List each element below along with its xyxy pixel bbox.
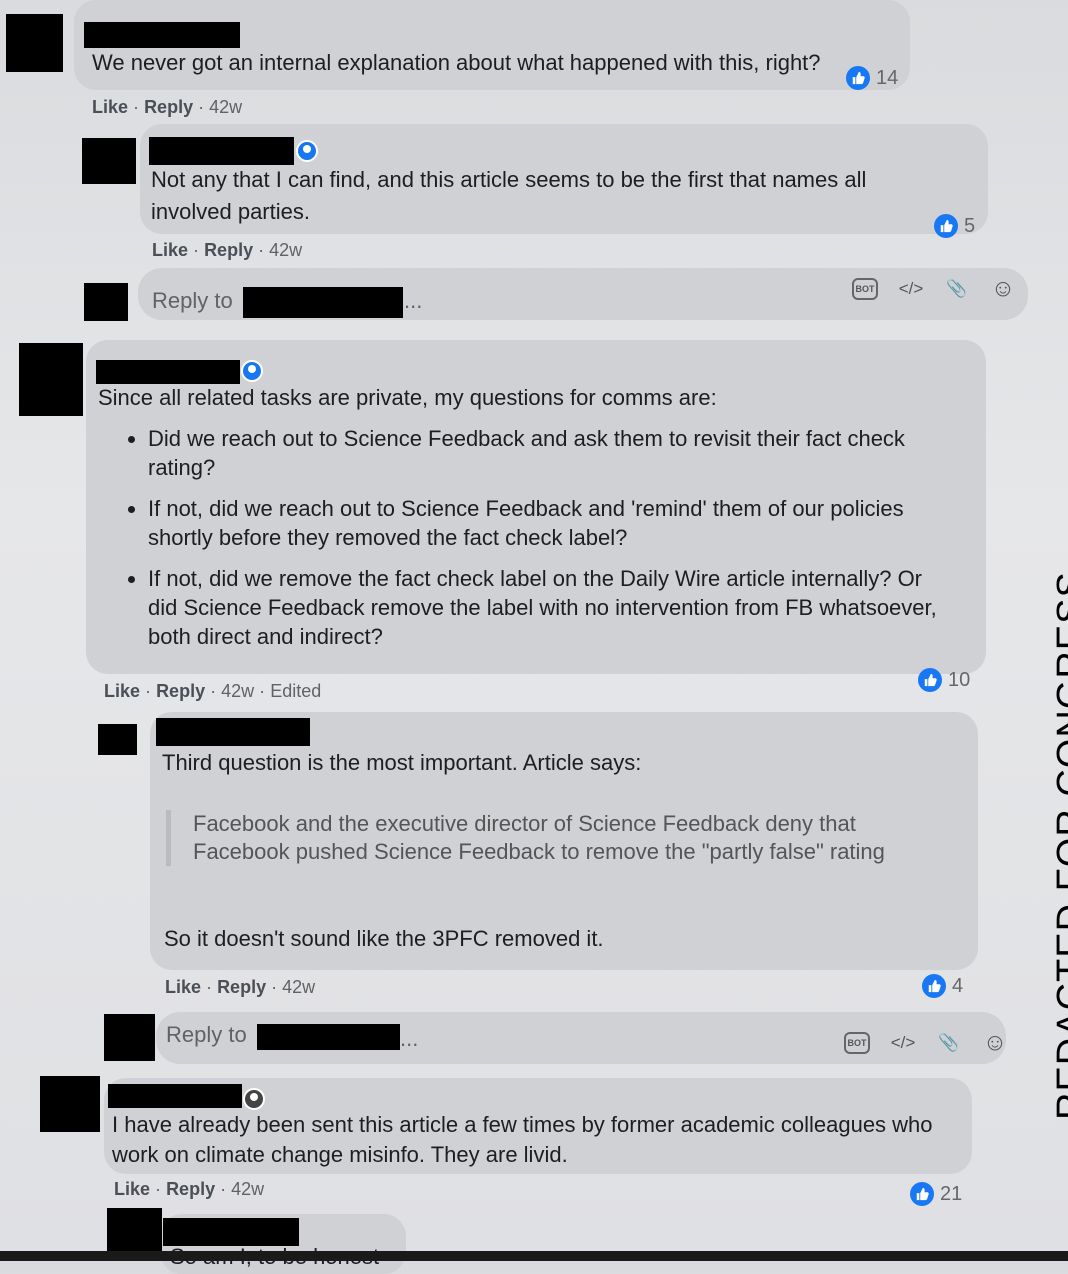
separator: ·	[220, 1179, 227, 1199]
separator: ·	[145, 681, 152, 701]
reply-link[interactable]: Reply	[204, 240, 253, 260]
comment-text: Third question is the most important. Ar…	[162, 750, 642, 775]
reaction-count[interactable]: 10	[918, 668, 970, 692]
avatar[interactable]	[107, 1208, 162, 1253]
emoji-icon[interactable]: ☺	[982, 1029, 1008, 1056]
reaction-count[interactable]: 21	[910, 1182, 962, 1206]
avatar[interactable]	[19, 343, 83, 416]
reply-link[interactable]: Reply	[156, 681, 205, 701]
separator: ·	[198, 97, 205, 117]
list-item: Did we reach out to Science Feedback and…	[148, 424, 938, 482]
reaction-number: 10	[948, 668, 971, 691]
avatar[interactable]	[6, 14, 63, 72]
thumbs-up-icon	[918, 668, 942, 692]
avatar[interactable]	[82, 138, 136, 184]
separator: ·	[193, 240, 200, 260]
comment-text-2: So it doesn't sound like the 3PFC remove…	[164, 926, 604, 951]
bottom-edge	[0, 1251, 1068, 1261]
separator: ·	[271, 977, 278, 997]
like-link[interactable]: Like	[92, 97, 128, 117]
reply-ellipsis: ...	[404, 288, 423, 313]
reaction-count[interactable]: 4	[922, 974, 963, 998]
redacted-name	[149, 137, 294, 165]
timestamp: 42w	[231, 1179, 265, 1199]
like-link[interactable]: Like	[114, 1179, 150, 1199]
comment-actions: Like · Reply · 42w	[92, 97, 242, 118]
like-link[interactable]: Like	[104, 681, 140, 701]
reply-toolbar: BOT </> 📎 ☺	[844, 1029, 1008, 1056]
reply-link[interactable]: Reply	[144, 97, 193, 117]
emoji-icon[interactable]: ☺	[990, 275, 1016, 302]
comment-actions: Like · Reply · 42w	[152, 240, 302, 261]
redacted-name	[84, 22, 240, 48]
separator: ·	[155, 1179, 162, 1199]
list-item: If not, did we remove the fact check lab…	[148, 564, 938, 651]
reaction-number: 21	[940, 1182, 963, 1205]
bot-icon[interactable]: BOT	[844, 1032, 870, 1054]
timestamp: 42w	[269, 240, 303, 260]
reaction-count[interactable]: 14	[846, 66, 898, 90]
reply-link[interactable]: Reply	[217, 977, 266, 997]
comment-text: Not any that I can find, and this articl…	[151, 167, 867, 224]
comment-actions: Like · Reply · 42w · Edited	[104, 681, 321, 702]
thumbs-up-icon	[846, 66, 870, 90]
reply-link[interactable]: Reply	[166, 1179, 215, 1199]
comment-actions: Like · Reply · 42w	[165, 977, 315, 998]
list-item: If not, did we reach out to Science Feed…	[148, 494, 938, 552]
verified-badge-icon	[241, 360, 263, 382]
verified-badge-icon	[296, 140, 318, 162]
redacted-name	[156, 718, 310, 746]
reply-toolbar: BOT </> 📎 ☺	[852, 275, 1016, 302]
timestamp: 42w	[209, 97, 243, 117]
attach-icon[interactable]: 📎	[936, 1030, 962, 1056]
timestamp: 42w	[221, 681, 255, 701]
timestamp: 42w	[282, 977, 316, 997]
question-list: Did we reach out to Science Feedback and…	[122, 424, 938, 663]
reaction-number: 5	[964, 214, 976, 237]
avatar	[84, 283, 128, 321]
avatar[interactable]	[40, 1076, 100, 1132]
like-link[interactable]: Like	[165, 977, 201, 997]
verified-badge-icon	[243, 1088, 265, 1110]
separator: ·	[210, 681, 217, 701]
reaction-number: 14	[876, 66, 899, 89]
code-icon[interactable]: </>	[890, 1030, 916, 1056]
comment-actions: Like · Reply · 42w	[114, 1179, 264, 1200]
edited-label: Edited	[270, 681, 322, 701]
redacted-name	[243, 287, 403, 318]
code-icon[interactable]: </>	[898, 276, 924, 302]
redacted-name	[163, 1218, 299, 1246]
separator: ·	[258, 240, 265, 260]
reaction-number: 4	[952, 974, 964, 997]
redacted-name	[257, 1024, 400, 1050]
reply-ellipsis: ...	[400, 1026, 419, 1051]
comment-text: Since all related tasks are private, my …	[98, 385, 717, 410]
quoted-text: Facebook and the executive director of S…	[166, 810, 933, 866]
watermark-text: REDACTED FOR CONGRESS	[1050, 571, 1068, 1120]
avatar[interactable]	[98, 724, 137, 755]
thumbs-up-icon	[922, 974, 946, 998]
reply-placeholder: Reply to	[152, 288, 233, 313]
separator: ·	[259, 681, 266, 701]
reaction-count[interactable]: 5	[934, 214, 975, 238]
separator: ·	[133, 97, 140, 117]
like-link[interactable]: Like	[152, 240, 188, 260]
thumbs-up-icon	[910, 1182, 934, 1206]
redacted-name	[96, 360, 240, 384]
attach-icon[interactable]: 📎	[944, 276, 970, 302]
bot-icon[interactable]: BOT	[852, 278, 878, 300]
thumbs-up-icon	[934, 214, 958, 238]
comment-text: We never got an internal explanation abo…	[92, 50, 821, 75]
comment-text: I have already been sent this article a …	[112, 1112, 933, 1167]
separator: ·	[206, 977, 213, 997]
reply-placeholder: Reply to	[166, 1022, 247, 1047]
redacted-name	[108, 1084, 242, 1108]
avatar	[104, 1014, 155, 1061]
